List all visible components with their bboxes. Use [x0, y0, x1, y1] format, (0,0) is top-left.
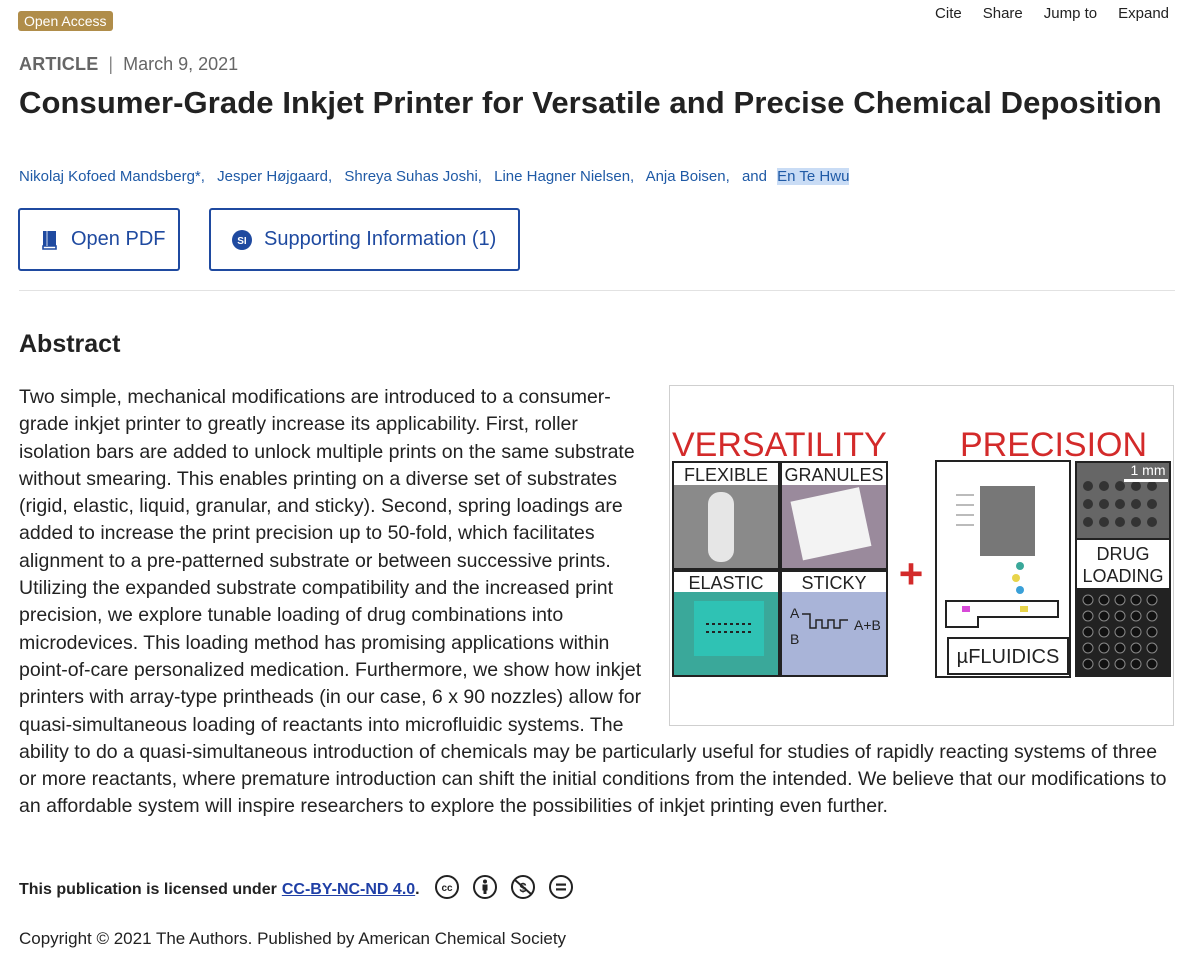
author-link[interactable]: Jesper Højgaard — [217, 168, 328, 185]
svg-text:A: A — [790, 605, 800, 621]
section-divider — [19, 290, 1175, 291]
nc-icon: $ — [510, 874, 536, 905]
si-icon: SI — [232, 229, 252, 250]
svg-text:SI: SI — [237, 236, 247, 247]
author-link-selected[interactable]: En Te Hwu — [777, 168, 850, 185]
top-actions: Cite Share Jump to Expand — [935, 5, 1169, 22]
article-meta: ARTICLE | March 9, 2021 — [19, 54, 238, 75]
flexible-label: FLEXIBLE — [684, 465, 768, 485]
loading-label: LOADING — [1082, 566, 1163, 586]
precision-label: PRECISION — [960, 426, 1147, 464]
article-title: Consumer-Grade Inkjet Printer for Versat… — [19, 85, 1162, 120]
authors-and: and — [741, 168, 767, 185]
copyright-notice: Copyright © 2021 The Authors. Published … — [19, 929, 567, 948]
expand-link[interactable]: Expand — [1118, 5, 1169, 22]
granules-label: GRANULES — [784, 465, 883, 485]
license-prefix: This publication is licensed under — [19, 880, 277, 898]
article-type: ARTICLE — [19, 54, 99, 74]
supporting-information-button[interactable]: SI Supporting Information (1) — [209, 208, 520, 271]
author-link[interactable]: Anja Boisen — [646, 168, 726, 185]
author-list: Nikolaj Kofoed Mandsberg*, Jesper Højgaa… — [19, 168, 850, 185]
license-line: This publication is licensed under CC-BY… — [19, 874, 574, 905]
author-link[interactable]: Line Hagner Nielsen — [494, 168, 630, 185]
by-icon — [472, 874, 498, 905]
open-pdf-label: Open PDF — [71, 228, 166, 250]
microfluidics-label: µFLUIDICS — [957, 646, 1060, 668]
jump-to-link[interactable]: Jump to — [1044, 5, 1097, 22]
author-link[interactable]: Nikolaj Kofoed Mandsberg* — [19, 168, 201, 185]
share-link[interactable]: Share — [983, 5, 1023, 22]
cc-icon: cc — [434, 874, 460, 905]
supporting-information-label: Supporting Information (1) — [264, 228, 497, 250]
versatility-label: VERSATILITY — [672, 426, 887, 464]
meta-separator: | — [108, 54, 114, 74]
book-icon — [41, 230, 59, 250]
graphical-abstract-figure[interactable]: VERSATILITY PRECISION FLEXIBLE GRANULES … — [669, 385, 1174, 726]
open-pdf-button[interactable]: Open PDF — [18, 208, 180, 271]
plus-sign: + — [899, 550, 924, 597]
license-suffix: . — [415, 880, 420, 898]
open-access-badge: Open Access — [18, 11, 113, 31]
abstract-body: VERSATILITY PRECISION FLEXIBLE GRANULES … — [19, 384, 1179, 821]
svg-text:A+B: A+B — [854, 617, 881, 633]
abstract-heading: Abstract — [19, 330, 121, 358]
author-link[interactable]: Shreya Suhas Joshi — [344, 168, 477, 185]
drug-label: DRUG — [1097, 544, 1150, 564]
sticky-label: STICKY — [801, 573, 866, 593]
svg-text:B: B — [790, 631, 799, 647]
elastic-label: ELASTIC — [688, 573, 763, 593]
cite-link[interactable]: Cite — [935, 5, 962, 22]
license-link[interactable]: CC-BY-NC-ND 4.0 — [282, 881, 415, 899]
scale-bar-label: 1 mm — [1131, 462, 1166, 478]
publication-date: March 9, 2021 — [123, 54, 239, 74]
svg-text:cc: cc — [441, 883, 453, 894]
nd-icon — [548, 874, 574, 905]
